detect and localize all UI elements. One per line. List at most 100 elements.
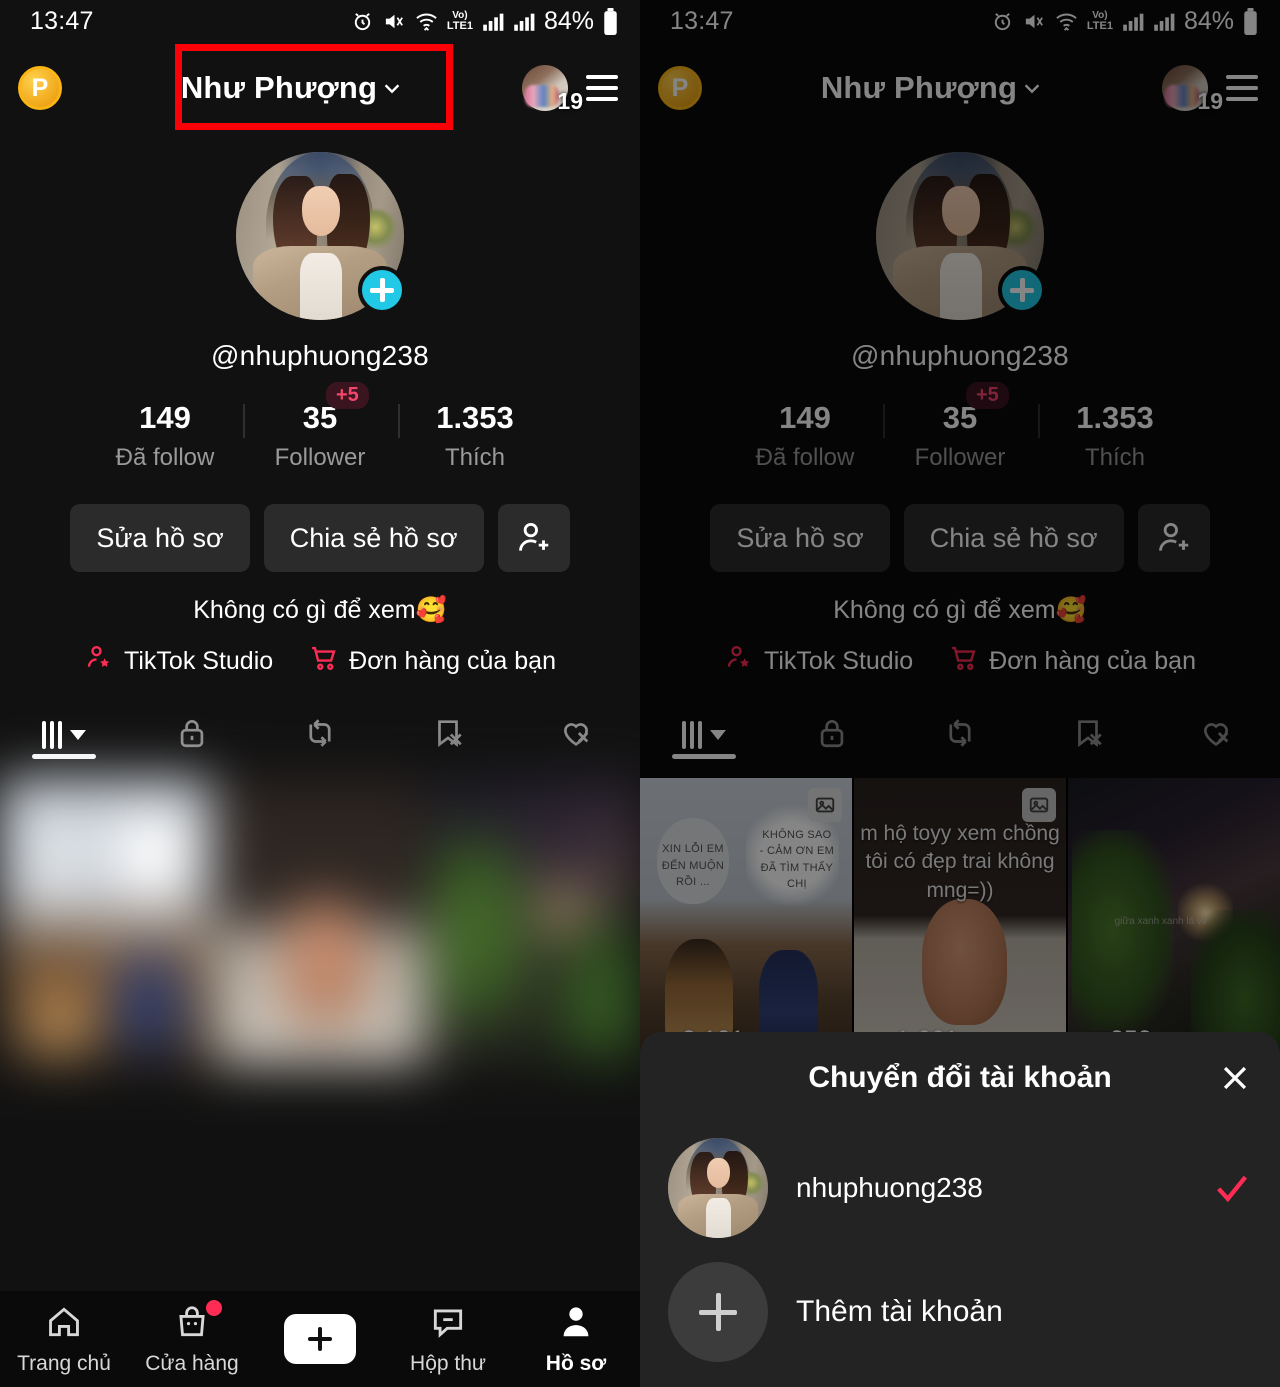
friends-avatar-badge[interactable]: 19 <box>522 65 583 114</box>
profile-actions: Sửa hồ sơ Chia sẻ hồ sơ <box>640 504 1280 572</box>
stat-value: 149 <box>779 400 831 435</box>
friends-count: 19 <box>557 88 583 114</box>
tab-reposts[interactable] <box>256 716 384 755</box>
nav-inbox[interactable]: Hộp thư <box>384 1303 512 1376</box>
profile-handle: @nhuphuong238 <box>211 340 429 371</box>
coin-rewards-icon[interactable]: P <box>18 66 62 110</box>
video-overlay-text: KHÔNG SAO - CẢM ƠN EM ĐÃ TÌM THẤY CHỊ <box>759 828 835 891</box>
tab-private[interactable] <box>128 716 256 755</box>
stat-likes[interactable]: 1.353 Thích <box>1037 400 1193 472</box>
video-cell[interactable] <box>428 778 640 1065</box>
stat-following[interactable]: 149 Đã follow <box>88 400 243 472</box>
heart-hidden-icon <box>1199 716 1233 755</box>
video-caption: m hộ toyy xem chồng tôi có đẹp trai khôn… <box>860 822 1060 902</box>
video-cell[interactable]: XIN LỖI EM ĐẾN MUỘN RỒI ... KHÔNG SAO - … <box>640 778 854 1065</box>
multi-image-icon <box>1022 788 1056 822</box>
nav-home-label: Trang chủ <box>17 1351 111 1375</box>
battery-percent: 84% <box>1183 6 1234 35</box>
tiktok-studio-link[interactable]: TikTok Studio <box>724 643 913 680</box>
share-profile-button[interactable]: Chia sẻ hồ sơ <box>903 504 1124 572</box>
video-cell[interactable] <box>0 778 214 1065</box>
person-icon <box>557 1303 595 1346</box>
add-account-row[interactable]: Thêm tài khoản <box>640 1252 1280 1372</box>
profile-header: P Như Phượng 19 <box>0 42 640 134</box>
battery-percent: 84% <box>543 6 594 35</box>
hamburger-menu-icon[interactable] <box>586 75 618 101</box>
your-orders-label: Đơn hàng của bạn <box>349 647 556 675</box>
header-actions: 19 <box>522 65 618 114</box>
create-plus-icon[interactable] <box>278 1314 362 1364</box>
stat-value: 1.353 <box>436 400 514 435</box>
stat-followers[interactable]: +5 35 Follower <box>882 382 1038 472</box>
tab-videos-grid[interactable] <box>0 721 128 759</box>
profile-bio[interactable]: Không có gì để xem🥰 <box>0 596 640 625</box>
grid-bars-icon <box>42 721 86 749</box>
tab-reposts[interactable] <box>896 716 1024 755</box>
friends-avatar-badge[interactable]: 19 <box>1162 65 1223 114</box>
add-person-icon[interactable] <box>1137 504 1210 572</box>
stat-followers[interactable]: +5 35 Follower <box>242 382 398 472</box>
signal-icon <box>482 10 504 32</box>
nav-shop[interactable]: Cửa hàng <box>128 1299 256 1376</box>
tiktok-studio-link[interactable]: TikTok Studio <box>84 643 273 680</box>
stat-likes[interactable]: 1.353 Thích <box>397 400 553 472</box>
status-bar-icons: Vo) LTE1 84% <box>351 7 618 36</box>
stat-following[interactable]: 149 Đã follow <box>728 400 883 472</box>
your-orders-link[interactable]: Đơn hàng của bạn <box>949 643 1196 680</box>
check-icon <box>1212 1168 1252 1208</box>
video-cell[interactable] <box>214 778 428 1065</box>
alarm-icon <box>351 10 374 33</box>
nav-home[interactable]: Trang chủ <box>0 1303 128 1376</box>
account-row-nhuphuong238[interactable]: nhuphuong238 <box>640 1124 1280 1252</box>
tab-private[interactable] <box>768 716 896 755</box>
share-profile-button[interactable]: Chia sẻ hồ sơ <box>263 504 484 572</box>
tab-saved[interactable] <box>1024 716 1152 755</box>
nav-create[interactable] <box>256 1314 384 1364</box>
video-cell[interactable]: @ @macdepmoingayyy m hộ toyy xem chồng t… <box>854 778 1068 1065</box>
tab-saved[interactable] <box>384 716 512 755</box>
profile-avatar-wrap[interactable] <box>876 152 1046 320</box>
account-name-dropdown[interactable]: Như Phượng <box>62 70 522 106</box>
edit-profile-button[interactable]: Sửa hồ sơ <box>70 504 250 572</box>
profile-bio[interactable]: Không có gì để xem🥰 <box>640 596 1280 625</box>
bookmark-hidden-icon <box>1071 716 1105 755</box>
active-tab-indicator <box>32 754 96 759</box>
volte-icon: Vo) LTE1 <box>1086 9 1113 32</box>
close-x-icon[interactable] <box>1218 1061 1252 1095</box>
account-name-dropdown[interactable]: Như Phượng <box>702 70 1162 106</box>
your-orders-link[interactable]: Đơn hàng của bạn <box>309 643 556 680</box>
video-cell[interactable]: giữa xanh xanh lá vv 252 <box>1068 778 1280 1065</box>
tab-liked[interactable] <box>1152 716 1280 755</box>
stat-value: 35 <box>302 400 338 435</box>
coin-rewards-icon[interactable]: P <box>658 66 702 110</box>
notification-dot <box>206 1299 222 1316</box>
profile-stats: 149 Đã follow +5 35 Follower 1.353 Thích <box>640 382 1280 472</box>
hamburger-menu-icon[interactable] <box>1226 75 1258 101</box>
plus-icon[interactable] <box>358 266 406 314</box>
tab-liked[interactable] <box>512 716 640 755</box>
nav-profile[interactable]: Hồ sơ <box>512 1303 640 1376</box>
add-person-icon[interactable] <box>497 504 570 572</box>
plus-icon[interactable] <box>998 266 1046 314</box>
edit-profile-button[interactable]: Sửa hồ sơ <box>710 504 890 572</box>
profile-avatar-wrap[interactable] <box>236 152 406 320</box>
profile-stats: 149 Đã follow +5 35 Follower 1.353 Thích <box>0 382 640 472</box>
tab-videos-grid[interactable] <box>640 721 768 759</box>
profile-header: P Như Phượng 19 <box>640 42 1280 134</box>
status-bar-icons: Vo) LTE1 84% <box>991 7 1258 36</box>
bookmark-hidden-icon <box>431 716 465 755</box>
account-name: nhuphuong238 <box>796 1172 983 1203</box>
your-orders-label: Đơn hàng của bạn <box>989 647 1196 675</box>
video-grid-blurred <box>0 778 640 1065</box>
profile-bio-text: Không có gì để xem <box>833 596 1056 624</box>
signal-icon-2 <box>513 10 535 32</box>
studio-star-person-icon <box>84 643 114 680</box>
studio-star-person-icon <box>724 643 754 680</box>
home-icon <box>45 1303 83 1346</box>
status-badge: +5 <box>326 382 369 409</box>
status-bar: 13:47 Vo) LTE1 84% <box>0 0 640 42</box>
video-watermark: giữa xanh xanh lá vv <box>1114 915 1207 927</box>
tiktok-studio-label: TikTok Studio <box>124 647 274 675</box>
heart-hidden-icon <box>559 716 593 755</box>
shopping-cart-icon <box>309 643 339 680</box>
